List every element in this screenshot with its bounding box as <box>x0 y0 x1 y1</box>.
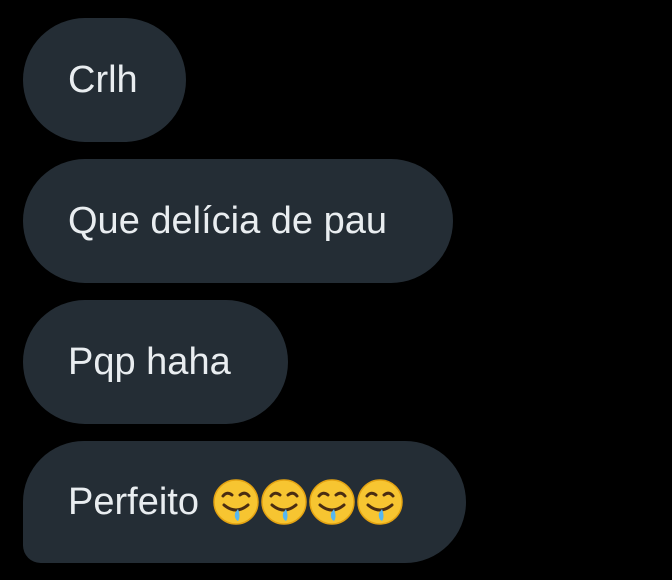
message-text: Que delícia de pau <box>68 199 388 242</box>
drooling-face-icon <box>213 479 259 525</box>
drooling-face-icon <box>261 479 307 525</box>
message-text: Crlh <box>68 58 138 101</box>
message-text: Perfeito <box>68 480 199 523</box>
emoji-group <box>213 479 403 525</box>
message-bubble[interactable]: Crlh <box>23 18 186 142</box>
message-bubble[interactable]: Perfeito <box>23 441 466 563</box>
chat-thread: Crlh Que delícia de pau Pqp haha Perfeit… <box>0 0 672 580</box>
message-bubble[interactable]: Que delícia de pau <box>23 159 453 283</box>
drooling-face-icon <box>357 479 403 525</box>
message-text: Pqp haha <box>68 340 231 383</box>
message-bubble[interactable]: Pqp haha <box>23 300 288 424</box>
drooling-face-icon <box>309 479 355 525</box>
